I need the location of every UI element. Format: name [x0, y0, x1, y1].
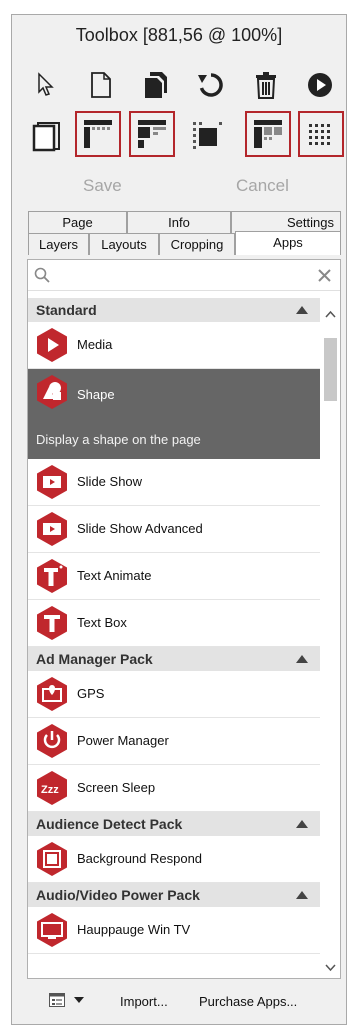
toolbar-row-1: [26, 65, 344, 105]
app-item-gps[interactable]: GPS: [28, 671, 320, 718]
text-box-icon: [37, 606, 67, 640]
app-label: Power Manager: [77, 733, 169, 748]
svg-text:Zzz: Zzz: [41, 784, 59, 796]
apps-panel: Standard Media Shape Display a shape on …: [27, 259, 341, 979]
play-icon[interactable]: [300, 65, 340, 105]
layout-grid-button[interactable]: [245, 111, 291, 157]
app-item-text-animate[interactable]: Text Animate: [28, 553, 320, 600]
gps-icon: [37, 677, 67, 711]
toolbar-row-2: [26, 111, 344, 161]
section-header-ad-manager[interactable]: Ad Manager Pack: [28, 647, 320, 671]
new-page-icon[interactable]: [81, 65, 121, 105]
tab-apps[interactable]: Apps: [235, 231, 341, 255]
text-animate-icon: [37, 559, 67, 593]
app-label: Hauppauge Win TV: [77, 922, 191, 937]
save-button[interactable]: Save: [83, 176, 122, 196]
cancel-button[interactable]: Cancel: [236, 176, 289, 196]
tab-cropping[interactable]: Cropping: [159, 233, 235, 255]
app-item-background-respond[interactable]: Background Respond: [28, 836, 320, 883]
app-label: Media: [77, 337, 113, 352]
copy-page-icon[interactable]: [136, 65, 176, 105]
collapse-icon: [296, 891, 308, 899]
scroll-down-icon[interactable]: [325, 964, 336, 972]
scrollbar[interactable]: [321, 298, 340, 978]
app-item-media[interactable]: Media: [28, 322, 320, 369]
shape-icon: [37, 375, 67, 409]
app-label: Text Animate: [77, 568, 152, 583]
section-header-audience-detect[interactable]: Audience Detect Pack: [28, 812, 320, 836]
background-respond-icon: [37, 842, 67, 876]
section-header-audio-video[interactable]: Audio/Video Power Pack: [28, 883, 320, 907]
collapse-icon: [296, 820, 308, 828]
app-label: Background Respond: [77, 851, 203, 866]
page-frame-icon[interactable]: [26, 116, 66, 156]
search-icon: [34, 267, 50, 283]
app-label: Screen Sleep: [77, 780, 156, 795]
tab-row-bottom: Layers Layouts Cropping Apps: [28, 231, 341, 255]
app-item-slide-show[interactable]: Slide Show: [28, 459, 320, 506]
app-label: Slide Show: [77, 474, 143, 489]
layout-center-icon[interactable]: [187, 116, 227, 156]
app-label: Text Box: [77, 615, 127, 630]
app-item-shape[interactable]: Shape Display a shape on the page: [28, 369, 320, 459]
tab-settings[interactable]: Settings: [231, 211, 341, 233]
tab-layers[interactable]: Layers: [28, 233, 89, 255]
delete-icon[interactable]: [246, 65, 286, 105]
scrollbar-thumb[interactable]: [324, 338, 337, 401]
pointer-icon[interactable]: [26, 65, 66, 105]
tab-page[interactable]: Page: [28, 211, 127, 233]
app-description: Display a shape on the page: [36, 432, 201, 447]
app-label: GPS: [77, 686, 105, 701]
bottom-bar: Import... Purchase Apps...: [12, 987, 346, 1015]
app-item-hauppauge[interactable]: Hauppauge Win TV: [28, 907, 320, 954]
slide-show-icon: [37, 465, 67, 499]
sleep-icon: Zzz: [37, 771, 67, 805]
app-label: Slide Show Advanced: [77, 521, 203, 536]
list-view-icon: [49, 993, 65, 1007]
layout-dots-button[interactable]: [298, 111, 344, 157]
app-item-text-box[interactable]: Text Box: [28, 600, 320, 647]
search-bar[interactable]: [28, 260, 340, 291]
undo-icon[interactable]: [191, 65, 231, 105]
purchase-apps-button[interactable]: Purchase Apps...: [199, 994, 297, 1009]
layout-split-button[interactable]: [129, 111, 175, 157]
app-item-screen-sleep[interactable]: Zzz Screen Sleep: [28, 765, 320, 812]
section-header-standard[interactable]: Standard: [28, 298, 320, 322]
app-item-slide-show-advanced[interactable]: Slide Show Advanced: [28, 506, 320, 553]
power-icon: [37, 724, 67, 758]
layout-corner-button[interactable]: [75, 111, 121, 157]
import-button[interactable]: Import...: [120, 994, 168, 1009]
tv-icon: [37, 913, 67, 947]
tab-layouts[interactable]: Layouts: [89, 233, 159, 255]
scroll-up-icon[interactable]: [325, 310, 336, 318]
toolbox-window: Toolbox [881,56 @ 100%] Save Cancel Page…: [11, 14, 347, 1025]
media-icon: [37, 328, 67, 362]
collapse-icon: [296, 655, 308, 663]
view-options-dropdown[interactable]: [49, 991, 93, 1011]
tab-info[interactable]: Info: [127, 211, 231, 233]
clear-search-icon[interactable]: [318, 269, 331, 282]
app-item-power-manager[interactable]: Power Manager: [28, 718, 320, 765]
slide-show-advanced-icon: [37, 512, 67, 546]
window-title: Toolbox [881,56 @ 100%]: [75, 25, 283, 45]
search-input[interactable]: [54, 265, 308, 285]
app-label: Shape: [77, 387, 115, 402]
collapse-icon: [296, 306, 308, 314]
apps-list: Standard Media Shape Display a shape on …: [28, 298, 320, 954]
chevron-down-icon: [74, 997, 84, 1003]
tab-row-top: Page Info Settings: [28, 211, 341, 233]
